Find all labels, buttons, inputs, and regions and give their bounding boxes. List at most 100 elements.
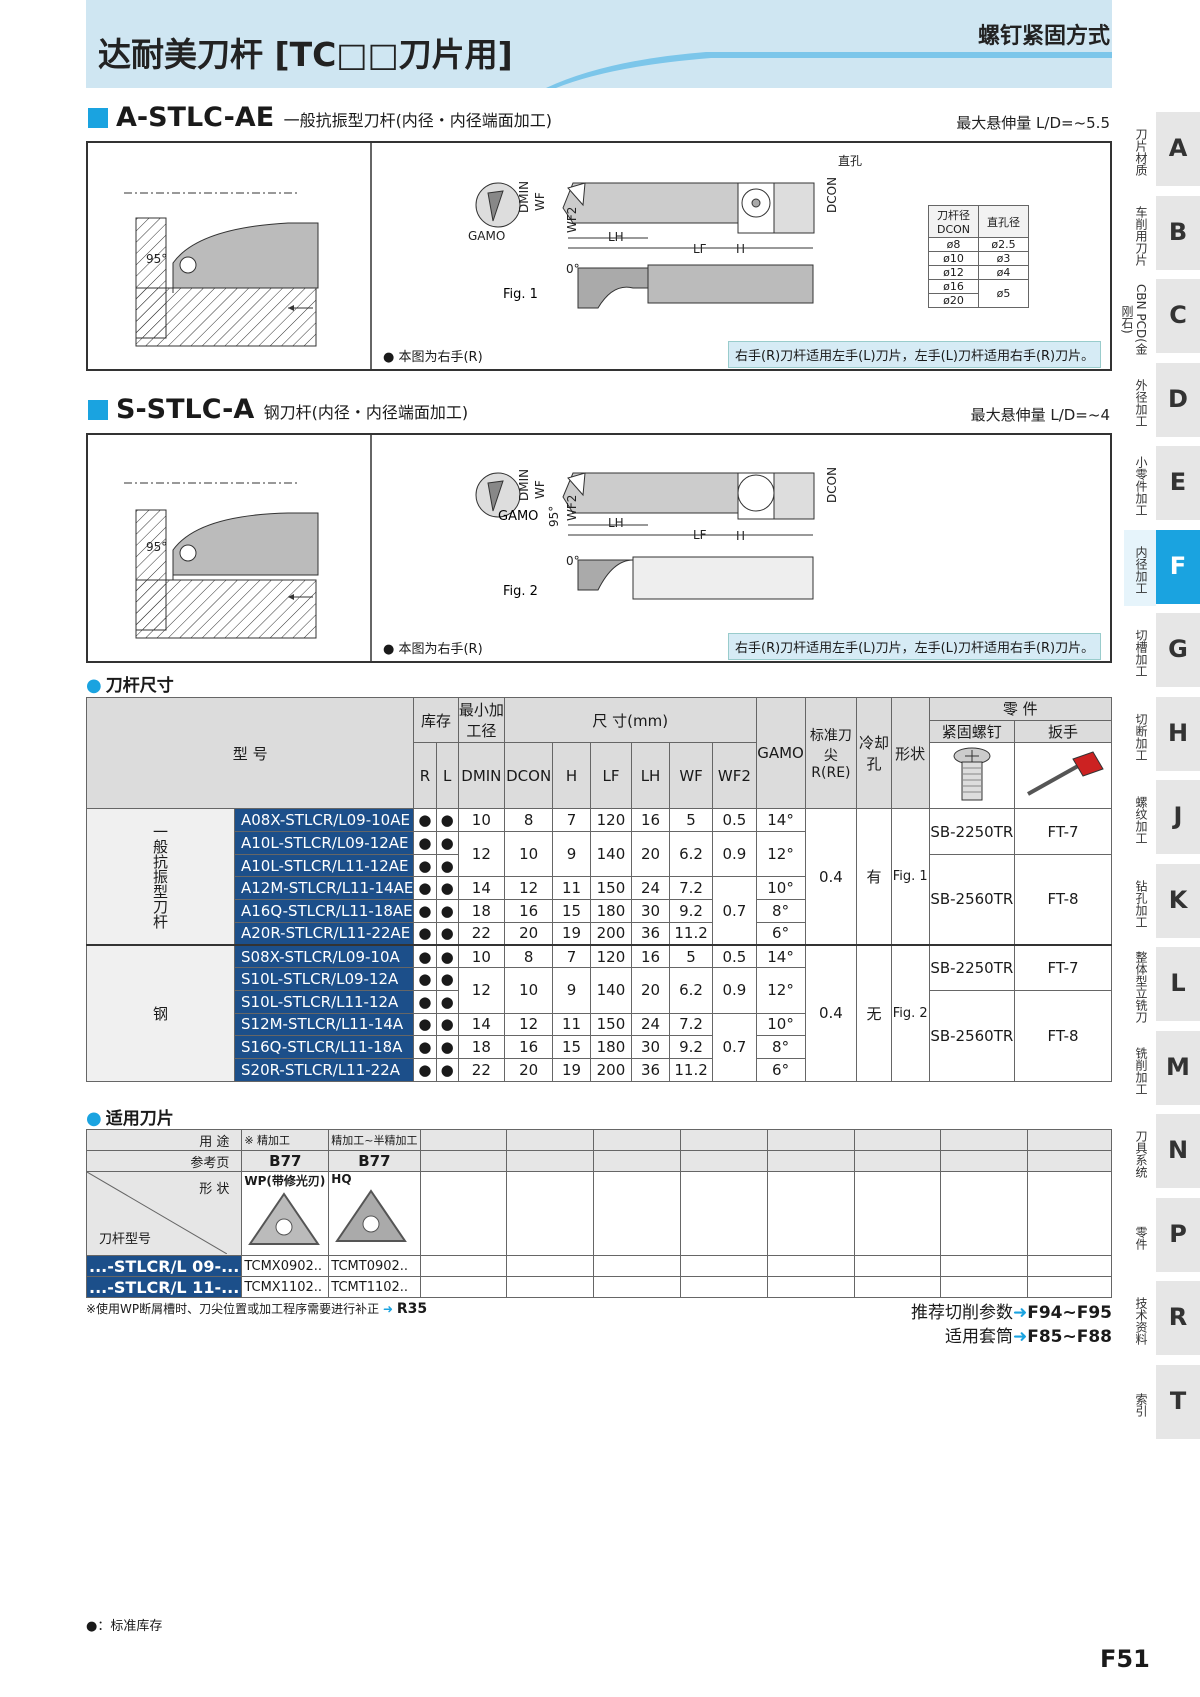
hole-table-cell: ø20 [928, 293, 979, 308]
dim-cell: 36 [631, 921, 670, 946]
sidebar-tab-a[interactable]: 刀片材质 A [1124, 112, 1200, 188]
dim-cell: 120 [589, 808, 633, 833]
sidebar-tab-label: 刀具系统 [1134, 1130, 1148, 1178]
col-wf2: WF2 [712, 742, 757, 810]
sidebar-tab-j[interactable]: 螺纹加工 J [1124, 780, 1200, 856]
model-cell: S16Q-STLCR/L11-18A [233, 1035, 415, 1059]
stock-r: ● [413, 989, 437, 1014]
sidebar-tab-f[interactable]: 内径加工 F [1124, 529, 1200, 606]
footer-note-ref[interactable]: R35 [397, 1301, 427, 1317]
dim-cell: 16 [631, 808, 670, 833]
rec2-label: 适用套筒 [944, 1327, 1013, 1347]
model-cell: A10L-STLCR/L09-12AE [233, 831, 415, 855]
model-cell: A20R-STLCR/L11-22AE [233, 921, 415, 946]
hole-table-cell: ø2.5 [978, 237, 1029, 252]
dim-cell: 9 [552, 967, 591, 1014]
stock-l: ● [435, 831, 459, 855]
sidebar-tab-h[interactable]: 切断加工 H [1124, 696, 1200, 773]
dim-cell: 11 [552, 876, 591, 901]
sidebar-tab-g[interactable]: 切槽加工 G [1124, 613, 1200, 689]
stock-l: ● [435, 853, 459, 878]
sidebar-tab-letter: F [1169, 551, 1187, 580]
sidebar-tab-p[interactable]: 零件 P [1124, 1197, 1200, 1274]
section1-desc: 一般抗振型刀杆(内径・内径端面加工) [283, 111, 553, 130]
col-gamo: GAMO [755, 696, 806, 810]
sidebar-tab-c[interactable]: CBN PCD(金刚石) C [1120, 279, 1200, 355]
s1-dim-dcon: DCON [825, 177, 839, 213]
s2-note-left: ● 本图为右手(R) [383, 642, 483, 657]
s2-dim-dcon: DCON [825, 467, 839, 503]
stock-l: ● [435, 876, 459, 901]
stock-r: ● [413, 831, 437, 855]
sidebar-tab-b[interactable]: 车削用刀片 B [1124, 195, 1200, 272]
stock-l: ● [435, 808, 459, 833]
sidebar-tab-m[interactable]: 铣削加工 M [1124, 1030, 1200, 1107]
dim-cell: 9 [552, 831, 591, 878]
stock-l: ● [435, 1057, 459, 1082]
sidebar-tab-label: 螺纹加工 [1134, 796, 1148, 844]
triangle-insert-icon [248, 1192, 321, 1245]
rec1-ref[interactable]: F94~F95 [1027, 1303, 1112, 1323]
dim-cell: 12 [503, 1012, 554, 1037]
dim-cell: 200 [589, 1057, 633, 1082]
dim-cell: 10 [457, 944, 505, 969]
dim-cell: 7 [552, 808, 591, 833]
dim-cell: 20 [503, 921, 554, 946]
s2-note-right: 右手(R)刀杆适用左手(L)刀片，左手(L)刀杆适用右手(R)刀片。 [728, 633, 1102, 660]
ins-c1-use: ※ 精加工 [241, 1129, 330, 1151]
dim-cell: 0.7 [712, 876, 757, 946]
sidebar-tab-label: 整体型立铣刀 [1134, 951, 1148, 1023]
s1-note-left: ● 本图为右手(R) [383, 350, 483, 365]
sidebar-tab-e[interactable]: 小零件加工 E [1124, 446, 1200, 522]
dim-cell: 15 [552, 899, 591, 923]
col-wf: WF [668, 742, 714, 810]
dim-cell: 5 [668, 808, 714, 833]
sidebar-tab-label: 技术资料 [1134, 1297, 1148, 1345]
sidebar-tab-n[interactable]: 刀具系统 N [1124, 1114, 1200, 1190]
model-cell: A16Q-STLCR/L11-18AE [233, 899, 415, 923]
hole-table-cell: ø8 [928, 237, 979, 252]
wrench-icon [1027, 751, 1104, 796]
dim-cell: 6.2 [668, 831, 714, 878]
s1-note-right: 右手(R)刀杆适用左手(L)刀片，左手(L)刀杆适用右手(R)刀片。 [728, 341, 1102, 368]
model-cell: S10L-STLCR/L09-12A [233, 967, 415, 991]
s1-angle: 95° [146, 252, 167, 266]
dim-cell: 16 [631, 944, 670, 969]
hole-table-cell: ø10 [928, 251, 979, 266]
sidebar-tab-label: 内径加工 [1134, 545, 1148, 594]
sidebar-tab-d[interactable]: 外径加工 D [1124, 362, 1200, 439]
dim-cell: 11.2 [668, 921, 714, 946]
sidebar-tab-k[interactable]: 钻孔加工 K [1124, 863, 1200, 940]
stock-l: ● [435, 899, 459, 923]
section2-drawing: 95° GAMO H LH LF DMIN WF WF2 DCON 95° 0°… [124, 435, 839, 661]
hole-table-cell: ø4 [978, 265, 1029, 280]
s2-dim-dmin: DMIN [517, 469, 531, 501]
stock-r: ● [413, 808, 437, 833]
sidebar-tab-t[interactable]: 索引 T [1124, 1364, 1200, 1441]
s2-fig-label: Fig. 2 [503, 584, 538, 599]
bullet-icon: ● [86, 1108, 102, 1129]
section2-figure: 95° GAMO H LH LF DMIN WF WF2 DCON 95° 0°… [86, 433, 1112, 663]
ins-c1-page: B77 [241, 1150, 330, 1172]
sidebar-tab-label: CBN PCD(金刚石) [1120, 283, 1148, 355]
sidebar-tab-r[interactable]: 技术资料 R [1124, 1281, 1200, 1357]
s1-gamo: GAMO [468, 229, 505, 243]
main-table-heading-text: 刀杆尺寸 [105, 676, 174, 696]
ins-row-holder: 刀杆型号 [99, 1232, 152, 1247]
stock-r: ● [413, 944, 437, 969]
s2-dim-wf2: WF2 [565, 495, 579, 521]
table-row: 一般抗振型刀杆 A08X-STLCR/L09-10AE ● ● 10 8 7 120 16 5 0.… [86, 808, 1112, 946]
gamo-cell: 8° [755, 899, 806, 923]
sidebar-tab-letter: P [1169, 1219, 1187, 1248]
col-dims: 尺 寸(mm) [503, 696, 757, 744]
dim-cell: 14 [457, 1012, 505, 1037]
sidebar-tab-l[interactable]: 整体型立铣刀 L [1124, 947, 1200, 1023]
arrow-circle-icon: ➜ [1012, 1327, 1028, 1347]
stock-r: ● [413, 1035, 437, 1059]
rec2-ref[interactable]: F85~F88 [1027, 1327, 1112, 1347]
model-cell: S20R-STLCR/L11-22A [233, 1057, 415, 1082]
gamo-cell: 14° [755, 808, 806, 833]
screw-image [928, 742, 1016, 810]
section2-title: S-STLC-A 钢刀杆(内径・内径端面加工) [88, 394, 468, 425]
ins-row-shape: 形 状 [199, 1182, 230, 1197]
